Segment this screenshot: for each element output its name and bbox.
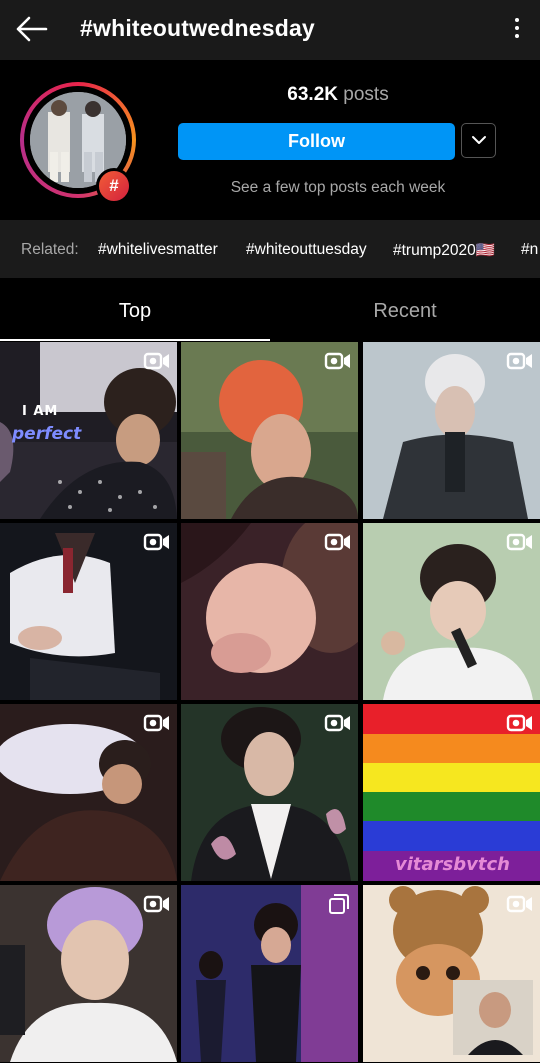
grid-post[interactable] <box>0 523 177 700</box>
grid-post[interactable] <box>181 523 358 700</box>
posts-count-value: 63.2K <box>287 84 338 105</box>
top-bar: #whiteoutwednesday <box>0 0 540 60</box>
reel-icon <box>143 352 169 370</box>
reel-icon <box>143 533 169 551</box>
related-hashtags-bar: Related: #whitelivesmatter #whiteouttues… <box>0 220 540 278</box>
grid-post[interactable] <box>363 523 540 700</box>
reel-icon <box>324 533 350 551</box>
related-label: Related: <box>21 241 79 258</box>
tab-top[interactable]: Top <box>0 300 270 323</box>
reel-icon <box>143 895 169 913</box>
grid-post[interactable] <box>363 342 540 519</box>
kebab-menu-icon[interactable] <box>514 18 520 42</box>
arrow-left-icon[interactable] <box>14 14 48 44</box>
reel-icon <box>506 352 532 370</box>
page-title: #whiteoutwednesday <box>80 15 315 41</box>
reel-icon <box>506 895 532 913</box>
overlay-text: I AM <box>22 404 59 419</box>
active-tab-indicator <box>0 339 270 341</box>
reel-icon <box>506 533 532 551</box>
posts-grid: I AM perfect vitarsbvtch <box>0 342 540 1063</box>
grid-post[interactable]: I AM perfect <box>0 342 177 519</box>
follow-options-button[interactable] <box>461 123 496 158</box>
grid-post[interactable] <box>0 704 177 881</box>
related-tag[interactable]: #whiteouttuesday <box>246 241 367 259</box>
tab-recent[interactable]: Recent <box>270 300 540 323</box>
overlay-text: perfect <box>12 424 82 444</box>
reel-icon <box>143 714 169 732</box>
grid-post[interactable] <box>0 885 177 1062</box>
grid-post[interactable] <box>181 342 358 519</box>
grid-post[interactable] <box>363 885 540 1062</box>
related-tag[interactable]: #trump2020🇺🇸 <box>393 241 495 260</box>
posts-count: 63.2K posts <box>178 84 498 106</box>
hashtag-header: # 63.2K posts Follow See a few top posts… <box>0 60 540 218</box>
chevron-down-icon <box>472 136 486 144</box>
related-tag[interactable]: #whitelivesmatter <box>98 241 218 259</box>
tab-bar: Top Recent <box>0 280 540 342</box>
grid-post[interactable] <box>181 704 358 881</box>
grid-post[interactable]: vitarsbvtch <box>363 704 540 881</box>
posts-count-label: posts <box>343 84 389 105</box>
reel-icon <box>324 352 350 370</box>
reel-icon <box>324 714 350 732</box>
follow-button[interactable]: Follow <box>178 123 455 160</box>
hashtag-badge-icon: # <box>96 168 132 204</box>
related-tag[interactable]: #n <box>521 241 538 259</box>
reel-icon <box>506 714 532 732</box>
top-posts-subtitle: See a few top posts each week <box>230 179 446 196</box>
grid-post[interactable] <box>181 885 358 1062</box>
carousel-icon <box>329 894 349 914</box>
overlay-text: vitarsbvtch <box>395 854 510 875</box>
